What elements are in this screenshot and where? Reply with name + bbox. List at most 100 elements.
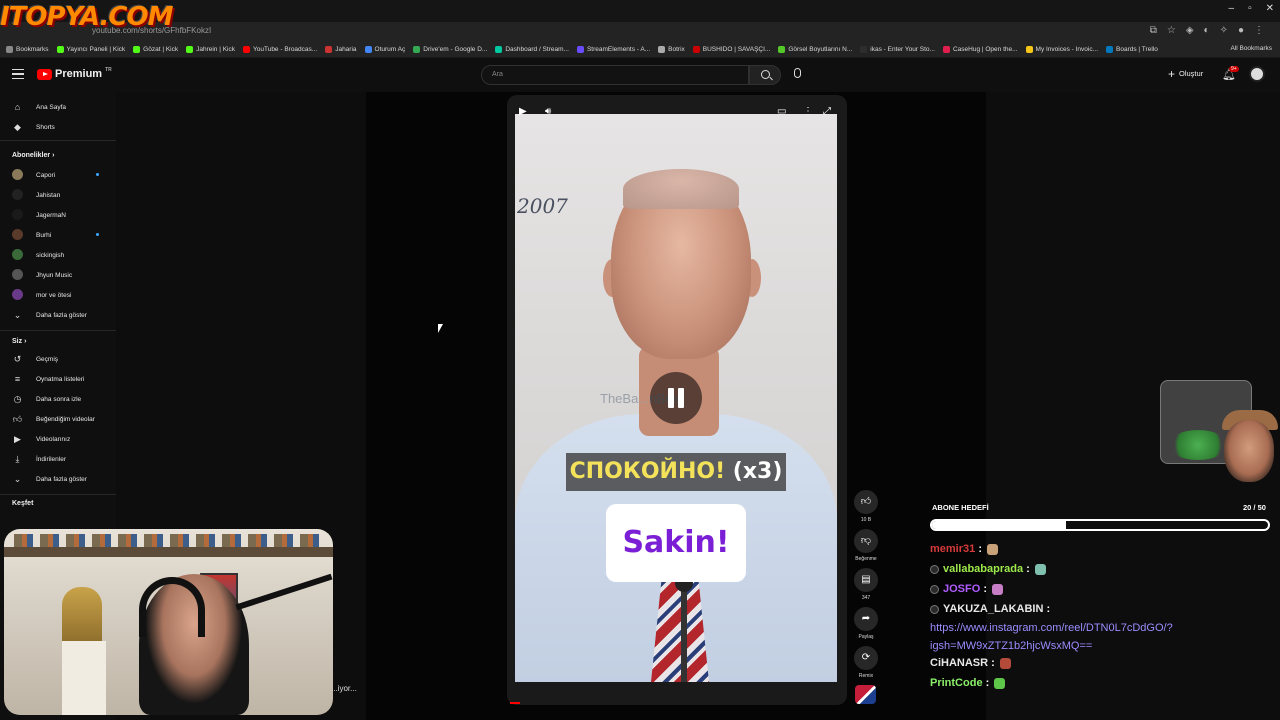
chat-badge-icon [930, 564, 939, 574]
comments-button[interactable]: ▤ 347 [852, 568, 880, 601]
dislike-button[interactable]: 👎︎ Beğenme [852, 529, 880, 562]
chat-separator: : [980, 583, 991, 595]
sidebar-item-downloads[interactable]: ⤓ İndirilenler [0, 450, 116, 468]
knight-helmet [62, 587, 102, 647]
chat-separator: : [975, 543, 986, 555]
bookmark-item[interactable]: BUSHIDO | SAVAŞÇI... [692, 46, 770, 53]
chat-separator: : [988, 657, 998, 669]
profile-icon[interactable]: ● [1238, 25, 1244, 36]
subscriber-goal-fill [932, 521, 1067, 529]
subscription-item[interactable]: Jahistan [0, 186, 116, 204]
maximize-icon[interactable]: ▫ [1248, 3, 1252, 14]
captions-icon[interactable]: ▭ [777, 106, 786, 117]
show-more-label: Daha fazla göster [36, 475, 87, 483]
bookmark-item[interactable]: My Invoices - Invoic... [1025, 46, 1099, 53]
bookmark-item[interactable]: Boards | Trello [1106, 46, 1158, 53]
show-more-you[interactable]: ⌄ Daha fazla göster [0, 470, 116, 488]
subscription-item[interactable]: Burhi [0, 226, 116, 244]
subscription-item[interactable]: JagermaN [0, 206, 116, 224]
chat-link[interactable]: igsh=MW9xZTZ1b2hjcWsxMQ== [930, 637, 1230, 655]
subscription-item[interactable]: Capori [0, 166, 116, 184]
sidebar-item-watch-later[interactable]: ◷ Daha sonra izle [0, 390, 116, 408]
hamburger-menu-icon[interactable] [12, 69, 24, 79]
create-button[interactable]: + Oluştur [1168, 68, 1203, 80]
chevron-down-icon: ⌄ [13, 473, 22, 484]
bookmark-item[interactable]: ikas - Enter Your Sto... [860, 46, 935, 53]
bookmark-item[interactable]: Drive'em - Google D... [413, 46, 487, 53]
search-input[interactable]: Ara [481, 65, 749, 85]
show-more-subscriptions[interactable]: ⌄ Daha fazla göster [0, 306, 116, 324]
chat-emote-icon [992, 583, 1004, 595]
account-avatar[interactable] [1249, 66, 1265, 82]
bookmark-label: Yayıncı Paneli | Kick [66, 46, 126, 53]
more-icon[interactable]: ⋮ [803, 106, 813, 117]
sidebar-item-shorts[interactable]: ◆ Shorts [0, 118, 116, 136]
bookmark-item[interactable]: Jahrein | Kick [186, 46, 235, 53]
volume-icon[interactable]: 🔊︎ [545, 106, 551, 117]
bookmark-label: Jaharia [335, 46, 357, 53]
home-icon: ⌂ [14, 102, 21, 112]
bookmark-item[interactable]: Yayıncı Paneli | Kick [56, 46, 126, 53]
bookmark-item[interactable]: Gözat | Kick [133, 46, 178, 53]
sidebar-item-liked[interactable]: 👍︎ Beğendiğim videolar [0, 410, 116, 428]
channel-avatar [12, 269, 23, 280]
sidebar-item-your-videos[interactable]: ▶ Videolarınız [0, 430, 116, 448]
subscriber-goal-title: ABONE HEDEFİ [932, 503, 989, 512]
chat-separator: : [1043, 603, 1051, 615]
sidebar-item-history[interactable]: ↺ Geçmiş [0, 350, 116, 368]
bookmark-item[interactable]: StreamElements - A... [576, 46, 650, 53]
chat-message: JOSFO : [930, 583, 1004, 595]
sidebar-item-playlists[interactable]: ≡ Oynatma listeleri [0, 370, 116, 388]
subscription-item[interactable]: mor ve ötesi [0, 286, 116, 304]
search-button[interactable] [749, 65, 781, 85]
chat-username: PrintCode [930, 677, 983, 689]
extension-icon[interactable]: ◐ [1204, 25, 1210, 36]
bookmark-label: CaseHug | Open the... [952, 46, 1018, 53]
subscriber-goal-count: 20 / 50 [1243, 503, 1266, 512]
subscription-item[interactable]: sickingish [0, 246, 116, 264]
bookmark-item[interactable]: Botrix [658, 46, 685, 53]
headset [139, 577, 205, 637]
bookmark-item[interactable]: YouTube - Broadcas... [243, 46, 317, 53]
menu-icon[interactable]: ⋮ [1254, 25, 1264, 36]
sound-thumbnail[interactable] [855, 685, 876, 704]
you-heading[interactable]: Siz › [12, 338, 26, 345]
extension-icon[interactable]: ◈ [1186, 25, 1194, 36]
puzzle-icon[interactable]: ✧ [1220, 25, 1228, 36]
youtube-logo[interactable]: Premium TR [37, 67, 112, 80]
bookmark-favicon-icon [6, 46, 13, 53]
chat-username: YAKUZA_LAKABIN [943, 603, 1044, 615]
your-videos-icon: ▶ [14, 433, 21, 444]
bookmark-item[interactable]: Görsel Boyutlarını N... [778, 46, 852, 53]
remix-button[interactable]: ⟳ Remix [852, 646, 880, 679]
like-button[interactable]: 👍︎ 10 B [852, 490, 880, 523]
shelf [4, 547, 333, 557]
bookmark-label: My Invoices - Invoic... [1035, 46, 1099, 53]
subscription-label: sickingish [36, 251, 65, 259]
bookmark-item[interactable]: Bookmarks [6, 46, 49, 53]
minimize-icon[interactable]: – [1229, 3, 1235, 14]
chat-username: JOSFO [943, 583, 981, 595]
star-icon[interactable]: ☆ [1167, 25, 1176, 36]
chevron-down-icon: ⌄ [13, 309, 22, 320]
sidebar-item-ana-sayfa[interactable]: ⌂ Ana Sayfa [0, 98, 116, 116]
close-icon[interactable]: ✕ [1266, 3, 1274, 14]
pause-icon[interactable] [650, 372, 702, 424]
subscription-item[interactable]: Jhyun Music [0, 266, 116, 284]
install-icon[interactable]: ⧉ [1150, 25, 1157, 36]
video-progress-bar[interactable] [510, 702, 520, 704]
chat-message: PrintCode : [930, 677, 1006, 689]
bookmark-item[interactable]: Dashboard / Stream... [495, 46, 569, 53]
bookmark-item[interactable]: CaseHug | Open the... [942, 46, 1018, 53]
bookmark-item[interactable]: Oturum Aç [364, 46, 405, 53]
shelf-figures [14, 534, 324, 548]
bookmark-item[interactable]: Jaharia [325, 46, 357, 53]
play-icon[interactable]: ▶ [519, 106, 527, 117]
mic-icon[interactable] [794, 68, 801, 78]
fullscreen-icon[interactable]: ⤢ [823, 106, 831, 117]
share-button[interactable]: ➦ Paylaş [852, 607, 880, 640]
bookmark-label: ikas - Enter Your Sto... [870, 46, 935, 53]
all-bookmarks[interactable]: All Bookmarks [1230, 45, 1272, 52]
chat-link[interactable]: https://www.instagram.com/reel/DTN0L7cDd… [930, 619, 1230, 637]
subscriptions-heading[interactable]: Abonelikler › [12, 152, 54, 159]
